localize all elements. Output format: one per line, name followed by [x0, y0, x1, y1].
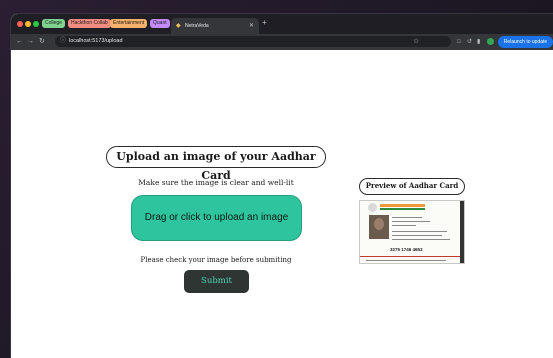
card-saffron-stripe [380, 204, 425, 207]
active-tab-title: NetraVeda [185, 23, 209, 29]
card-text-line [392, 225, 416, 226]
tab-group-college[interactable]: College [42, 19, 65, 28]
address-url: localhost:5173/upload [69, 38, 123, 44]
upload-title: Upload an image of your Aadhar Card [106, 146, 326, 182]
card-text-line [392, 231, 447, 232]
site-info-icon[interactable]: ⓘ [60, 37, 66, 46]
card-text-line [392, 221, 430, 222]
bookmark-star-icon[interactable]: ☆ [413, 37, 419, 46]
browser-window: College Hackthon Collab Entertainment Qu… [11, 14, 553, 358]
card-text-line [392, 235, 442, 236]
card-red-band [360, 256, 464, 257]
favicon-icon: ◆ [176, 23, 181, 29]
emblem-icon [368, 203, 377, 212]
new-tab-icon[interactable]: + [262, 18, 267, 28]
page-content: Upload an image of your Aadhar Card Make… [11, 50, 553, 358]
minimize-window-button[interactable] [25, 21, 31, 27]
preview-title: Preview of Aadhar Card [359, 178, 465, 195]
card-footer-line [366, 260, 446, 261]
close-window-button[interactable] [17, 21, 23, 27]
forward-icon[interactable]: → [27, 37, 34, 47]
tab-group-hackathon[interactable]: Hackthon Collab [68, 19, 111, 28]
profile-avatar[interactable] [487, 38, 494, 45]
back-icon[interactable]: ← [16, 37, 23, 47]
check-notice: Please check your image before submiting [140, 256, 292, 264]
tab-group-quant[interactable]: Quant [150, 19, 170, 28]
face-icon [374, 218, 384, 230]
tab-close-icon[interactable]: ✕ [249, 22, 254, 30]
submit-button[interactable]: Submit [184, 270, 249, 293]
tab-bar: College Hackthon Collab Entertainment Qu… [11, 14, 553, 34]
active-tab[interactable]: ◆ NetraVeda ✕ [171, 18, 259, 34]
card-dark-edge [460, 201, 464, 263]
reload-icon[interactable]: ↻ [39, 37, 45, 47]
card-text-line [392, 217, 422, 218]
aadhar-card-preview: 3275 1746 4653 [359, 200, 465, 264]
card-number: 3275 1746 4653 [390, 247, 423, 252]
maximize-window-button[interactable] [33, 21, 39, 27]
address-bar[interactable]: ⓘ localhost:5173/upload ☆ [55, 36, 451, 47]
relaunch-button[interactable]: Relaunch to update [498, 36, 553, 48]
history-icon[interactable]: ↺ [467, 37, 472, 47]
upload-hint: Make sure the image is clear and well-li… [138, 178, 294, 187]
browser-toolbar: ← → ↻ ⓘ localhost:5173/upload ☆ □ ↺ ▮ Re… [11, 34, 553, 50]
card-green-stripe [380, 208, 425, 210]
upload-dropzone[interactable]: Drag or click to upload an image [131, 195, 302, 241]
card-photo [369, 215, 389, 239]
sidebar-icon[interactable]: ▮ [477, 37, 480, 47]
extensions-icon[interactable]: □ [457, 37, 461, 47]
card-text-line [392, 239, 450, 240]
tab-group-entertainment[interactable]: Entertainment [110, 19, 148, 28]
